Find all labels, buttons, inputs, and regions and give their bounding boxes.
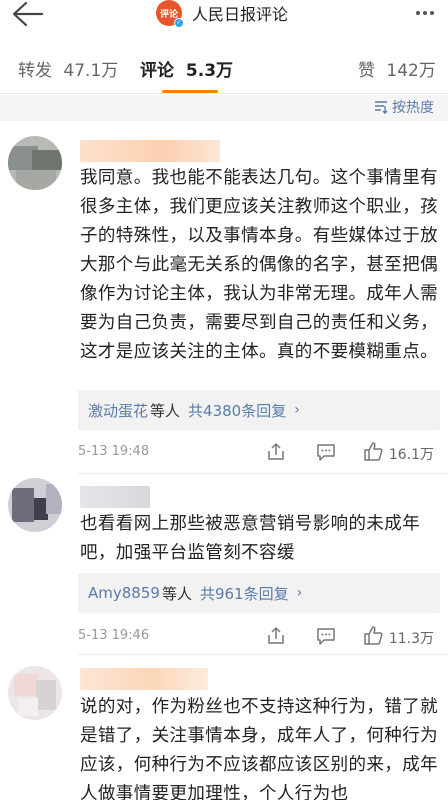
- tab-likes[interactable]: 赞 142万: [358, 56, 436, 81]
- tab-likes-label: 赞: [358, 61, 375, 81]
- username-blurred[interactable]: [80, 140, 220, 162]
- like-count: 11.3万: [388, 631, 434, 647]
- account-logo[interactable]: 评论 ✓: [156, 0, 184, 28]
- comment-icon[interactable]: [315, 441, 337, 463]
- comment-divider: [78, 654, 448, 655]
- top-bar: 评论 ✓ 人民日报评论: [0, 0, 448, 40]
- like-icon[interactable]: [362, 441, 384, 463]
- logo-text: 评论: [159, 9, 178, 20]
- reply-count[interactable]: 共961条回复: [200, 583, 289, 604]
- avatar[interactable]: [8, 136, 62, 190]
- reply-others-text: 等人: [150, 401, 181, 420]
- comment-meta: 5-13 19:48 16.1万: [78, 441, 440, 463]
- reply-user-name[interactable]: 激动蛋花: [88, 400, 148, 421]
- username-blurred[interactable]: [80, 486, 150, 508]
- tab-reposts-label: 转发: [18, 61, 52, 81]
- sort-icon: [375, 101, 388, 114]
- tab-reposts[interactable]: 转发 47.1万: [18, 56, 118, 81]
- comment-meta: 5-13 19:46 11.3万: [78, 625, 440, 647]
- comment-text: 也看看网上那些被恶意营销号影响的未成年吧，加强平台监管刻不容缓: [80, 514, 421, 563]
- account-header[interactable]: 评论 ✓ 人民日报评论: [156, 0, 288, 28]
- reply-user-name[interactable]: Amy8859: [88, 584, 160, 602]
- tab-likes-count: 142万: [386, 61, 436, 81]
- tab-bar: 转发 47.1万 评论 5.3万 赞 142万: [0, 40, 448, 94]
- replies-summary[interactable]: 激动蛋花 等人 共4380条回复 ›: [78, 390, 440, 430]
- account-name[interactable]: 人民日报评论: [192, 1, 288, 25]
- sort-label: 按热度: [392, 100, 434, 116]
- comment-divider: [78, 473, 448, 474]
- tab-reposts-count: 47.1万: [63, 61, 119, 81]
- like-icon[interactable]: [362, 625, 384, 647]
- comment-time: 5-13 19:46: [78, 628, 150, 643]
- more-dots-icon[interactable]: [410, 0, 440, 26]
- reply-others-text: 等人: [161, 584, 192, 603]
- back-arrow-icon[interactable]: [8, 0, 48, 34]
- share-icon[interactable]: [265, 625, 287, 647]
- replies-summary[interactable]: Amy8859 等人 共961条回复 ›: [78, 573, 440, 613]
- comment-icon[interactable]: [315, 625, 337, 647]
- tab-comments-count: 5.3万: [185, 61, 234, 81]
- active-tab-indicator: [162, 90, 218, 93]
- like-count: 16.1万: [388, 447, 434, 463]
- username-blurred[interactable]: [80, 668, 208, 690]
- chevron-right-icon: ›: [294, 402, 300, 418]
- sort-bar: 按热度: [0, 95, 448, 121]
- share-icon[interactable]: [265, 441, 287, 463]
- avatar[interactable]: [8, 478, 62, 532]
- comment-time: 5-13 19:48: [78, 444, 150, 459]
- sort-button[interactable]: 按热度: [374, 97, 434, 117]
- comment-text: 我同意。我也能不能表达几句。这个事情里有很多主体，我们更应该关注教师这个职业，孩…: [80, 168, 438, 362]
- tab-comments[interactable]: 评论 5.3万: [140, 56, 233, 81]
- avatar[interactable]: [8, 666, 62, 720]
- tab-comments-label: 评论: [140, 61, 174, 81]
- reply-count[interactable]: 共4380条回复: [188, 400, 286, 421]
- verified-badge-icon: ✓: [174, 18, 184, 28]
- comment-text: 说的对，作为粉丝也不支持这种行为，错了就是错了，关注事情本身，成年人了，何种行为…: [80, 697, 438, 800]
- chevron-right-icon: ›: [296, 585, 303, 601]
